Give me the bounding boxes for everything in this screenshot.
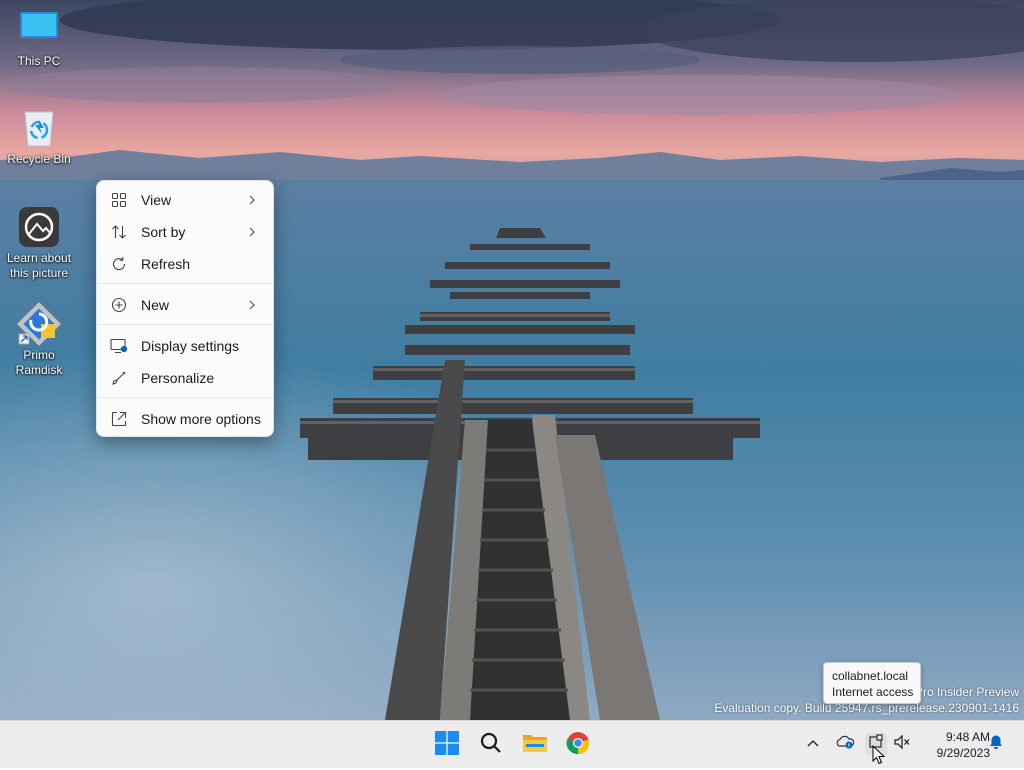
recycle-bin-icon bbox=[17, 106, 61, 150]
file-explorer-icon bbox=[522, 732, 548, 759]
menu-item-label: Display settings bbox=[141, 338, 240, 354]
display-settings-icon bbox=[110, 337, 128, 355]
desktop-icon-label: Recycle Bin bbox=[7, 152, 71, 166]
desktop-icon-label-line2: Ramdisk bbox=[15, 363, 63, 377]
desktop-icon-recycle-bin[interactable]: Recycle Bin bbox=[1, 106, 77, 167]
search-button[interactable] bbox=[473, 727, 509, 763]
ramdisk-icon bbox=[15, 300, 63, 348]
monitor-icon bbox=[17, 8, 61, 52]
taskbar: 9:48 AM 9/29/2023 bbox=[0, 720, 1024, 768]
clock-date: 9/29/2023 bbox=[936, 746, 990, 760]
bell-icon bbox=[988, 734, 1004, 755]
desktop-icon-label-line1: Learn about bbox=[6, 251, 72, 265]
menu-item-label: Personalize bbox=[141, 370, 215, 386]
onedrive-tray-button[interactable] bbox=[834, 733, 856, 755]
menu-separator bbox=[97, 324, 273, 325]
watermark-line1: Pro Insider Preview bbox=[914, 685, 1019, 699]
menu-item-sort-by[interactable]: Sort by bbox=[101, 217, 269, 247]
menu-item-label: Show more options bbox=[141, 411, 261, 427]
chevron-right-icon bbox=[247, 224, 257, 240]
tooltip-line2: Internet access bbox=[832, 685, 914, 699]
refresh-icon bbox=[110, 255, 128, 273]
expand-icon bbox=[110, 410, 128, 428]
menu-item-label: Refresh bbox=[141, 256, 191, 272]
chrome-icon bbox=[566, 731, 590, 760]
chevron-up-icon bbox=[807, 735, 819, 753]
onedrive-icon bbox=[835, 734, 855, 755]
menu-item-show-more-options[interactable]: Show more options bbox=[101, 404, 269, 434]
brush-icon bbox=[110, 369, 128, 387]
menu-separator bbox=[97, 397, 273, 398]
volume-tray-button[interactable] bbox=[891, 733, 913, 755]
menu-item-new[interactable]: New bbox=[101, 290, 269, 320]
chevron-right-icon bbox=[247, 297, 257, 313]
desktop-icon-this-pc[interactable]: This PC bbox=[1, 8, 77, 69]
chrome-button[interactable] bbox=[560, 727, 596, 763]
tooltip-line1: collabnet.local bbox=[832, 669, 909, 683]
desktop-icon-learn-about-picture[interactable]: Learn about this picture bbox=[1, 205, 77, 281]
grid-icon bbox=[110, 191, 128, 209]
menu-separator bbox=[97, 283, 273, 284]
mouse-cursor-icon bbox=[872, 744, 886, 770]
menu-item-label: Sort by bbox=[141, 224, 186, 240]
desktop-icon-label: This PC bbox=[17, 54, 61, 68]
menu-item-display-settings[interactable]: Display settings bbox=[101, 331, 269, 361]
menu-item-label: View bbox=[141, 192, 172, 208]
system-clock[interactable]: 9:48 AM 9/29/2023 bbox=[920, 729, 990, 761]
sort-icon bbox=[110, 223, 128, 241]
network-tooltip: collabnet.local Internet access bbox=[823, 662, 921, 704]
desktop-icon-label-line2: this picture bbox=[9, 266, 69, 280]
evaluation-watermark: Pro Insider Preview bbox=[915, 685, 1019, 699]
menu-item-personalize[interactable]: Personalize bbox=[101, 363, 269, 393]
search-icon bbox=[479, 731, 503, 760]
start-icon bbox=[435, 730, 459, 760]
start-button[interactable] bbox=[429, 727, 465, 763]
volume-muted-icon bbox=[893, 734, 911, 755]
plus-circle-icon bbox=[110, 296, 128, 314]
desktop-context-menu: View Sort by Refresh New Display setting… bbox=[96, 180, 274, 437]
clock-time: 9:48 AM bbox=[945, 730, 990, 744]
chevron-right-icon bbox=[247, 192, 257, 208]
menu-item-refresh[interactable]: Refresh bbox=[101, 249, 269, 279]
file-explorer-button[interactable] bbox=[517, 727, 553, 763]
notifications-button[interactable] bbox=[985, 733, 1007, 755]
desktop-icon-primo-ramdisk[interactable]: Primo Ramdisk bbox=[1, 300, 77, 378]
show-hidden-icons-button[interactable] bbox=[802, 733, 824, 755]
menu-item-view[interactable]: View bbox=[101, 185, 269, 215]
menu-item-label: New bbox=[141, 297, 170, 313]
desktop-icon-label-line1: Primo bbox=[23, 348, 55, 362]
camera-icon bbox=[17, 205, 61, 249]
